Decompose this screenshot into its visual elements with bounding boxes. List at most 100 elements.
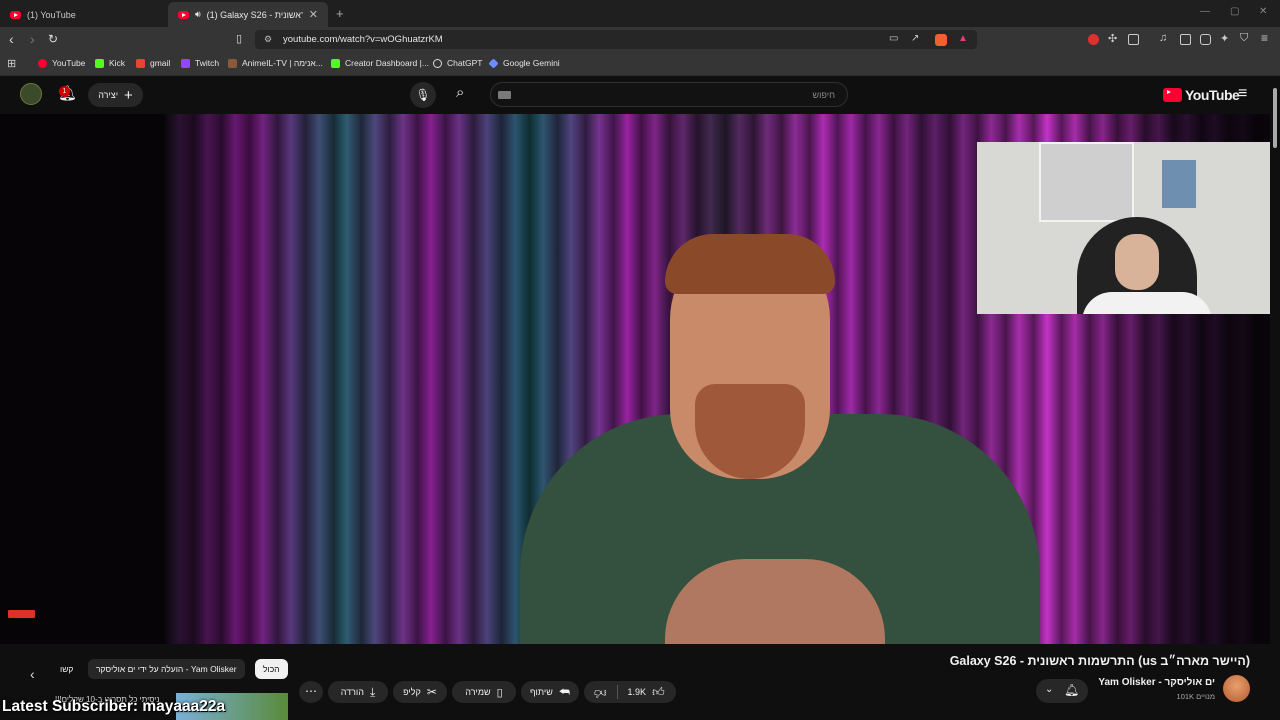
bookmark-gmail[interactable]: gmail	[136, 58, 170, 68]
share-icon: ⮪	[558, 684, 571, 699]
youtube-favicon-icon	[10, 10, 21, 19]
voice-search-icon[interactable]: 🎙︎	[410, 82, 436, 108]
browser-tab-strip: (1) YouTube 🔊︎ (1) Galaxy S26 - מה הייתי…	[0, 0, 1280, 27]
gemini-icon	[488, 57, 499, 69]
notification-count-badge: 1	[59, 86, 70, 97]
apps-grid-icon[interactable]: ⊞	[7, 57, 16, 70]
browser-tab-youtube[interactable]: (1) YouTube	[0, 2, 165, 27]
back-icon[interactable]: ‹	[9, 31, 14, 47]
maximize-icon[interactable]: ▢	[1230, 6, 1239, 17]
video-info: Galaxy S26 - התרשמות ראשונית (us היישר מ…	[0, 644, 1270, 720]
youtube-logo-text: YouTube	[1185, 87, 1240, 103]
guide-menu-icon[interactable]: ≡	[1238, 85, 1247, 103]
minimize-icon[interactable]: —	[1200, 6, 1210, 17]
account-avatar[interactable]	[20, 83, 42, 105]
clip-button[interactable]: קליפ ✂	[393, 681, 447, 703]
channel-name[interactable]: Yam Olisker - ים אוליסקר	[1098, 677, 1215, 688]
video-player[interactable]	[0, 114, 1270, 644]
bookmark-label: Twitch	[195, 58, 220, 68]
clip-label: קליפ	[403, 687, 421, 697]
download-label: הורדה	[340, 687, 364, 697]
bookmark-label: YouTube	[52, 58, 86, 68]
chip-all[interactable]: הכול	[255, 659, 288, 679]
create-button[interactable]: יצירה +	[88, 83, 143, 107]
like-icon[interactable]: 👍︎	[652, 685, 665, 700]
site-info-icon[interactable]: ⚙	[264, 34, 272, 45]
browser-toolbar: ‹ › ↻ ▯ ⚙ youtube.com/watch?v=wOGhuatzrK…	[0, 27, 1280, 52]
more-actions-icon[interactable]: ⋯	[299, 681, 323, 703]
channel-avatar[interactable]	[1223, 675, 1250, 702]
wallet-icon[interactable]	[1200, 34, 1211, 45]
bookmark-icon[interactable]: ▯	[236, 32, 242, 45]
youtube-logo[interactable]: YouTube	[1163, 87, 1240, 103]
bookmark-youtube[interactable]: YouTube	[38, 58, 85, 68]
gmail-icon	[136, 58, 145, 68]
chevron-down-icon: ⌄	[1045, 684, 1054, 695]
url-text: youtube.com/watch?v=wOGhuatzrKM	[283, 34, 443, 45]
youtube-header: 🔔︎ 1 יצירה + 🎙︎ ⌕ חיפוש YouTube ≡	[0, 76, 1270, 114]
scissors-icon: ✂	[426, 685, 437, 699]
subscribe-badge-icon	[8, 610, 35, 618]
bookmark-label: gmail	[150, 58, 171, 68]
video-title: Galaxy S26 - התרשמות ראשונית (us היישר מ…	[949, 654, 1250, 668]
plus-icon: +	[124, 86, 133, 104]
animeil-icon	[228, 58, 237, 68]
like-count: 1.9K	[627, 687, 647, 697]
like-dislike-group: 👍︎ 1.9K 👍︎	[584, 681, 676, 703]
address-bar[interactable]: ⚙ youtube.com/watch?v=wOGhuatzrKM ▭ ↗ ▲	[255, 30, 977, 49]
bookmark-animeil[interactable]: AnimeIL-TV | אנימה...	[228, 58, 323, 68]
download-button[interactable]: הורדה ⤓	[328, 681, 388, 703]
new-tab-icon[interactable]: +	[336, 6, 344, 21]
create-label: יצירה	[98, 90, 119, 100]
rewards-icon[interactable]: ▲	[958, 33, 968, 44]
extension-record-icon[interactable]	[1088, 34, 1099, 45]
save-button[interactable]: שמירה ▯	[452, 681, 516, 703]
sidebar-icon[interactable]	[1180, 34, 1191, 45]
browser-tab-video[interactable]: 🔊︎ (1) Galaxy S26 - מה הייתי מגלה אצלה -…	[168, 2, 328, 27]
dislike-icon[interactable]: 👍︎	[594, 685, 607, 700]
bookmark-label: Creator Dashboard |...	[345, 58, 429, 68]
music-icon[interactable]: ♫	[1159, 32, 1170, 44]
subscription-bell-button[interactable]: ⌄ 🔔︎	[1036, 679, 1088, 703]
bookmark-label: Kick	[109, 58, 126, 68]
reload-icon[interactable]: ↻	[48, 32, 58, 46]
like-divider	[616, 685, 618, 699]
bookmark-label: AnimeIL-TV | אנימה...	[242, 58, 323, 68]
save-bookmark-icon: ▯	[496, 686, 503, 699]
cast-icon[interactable]: ▭	[889, 33, 898, 44]
search-icon[interactable]: ⌕	[456, 84, 464, 101]
vpn-icon[interactable]: ⛉	[1240, 32, 1251, 44]
save-label: שמירה	[465, 687, 491, 697]
close-tab-icon[interactable]: ✕	[309, 8, 318, 21]
search-input[interactable]: חיפוש	[490, 82, 848, 107]
bookmark-twitch[interactable]: Twitch	[181, 58, 219, 68]
share-page-icon[interactable]: ↗	[911, 33, 919, 44]
leo-ai-icon[interactable]: ✦	[1220, 32, 1231, 45]
close-window-icon[interactable]: ✕	[1259, 6, 1267, 17]
page-scrollbar[interactable]	[1270, 76, 1280, 720]
webcam-shirt	[1082, 292, 1212, 314]
subscriber-count: 101K מנויים	[1176, 692, 1215, 701]
webcam-face	[1115, 234, 1159, 290]
bell-icon: 🔔︎	[1064, 683, 1080, 697]
bookmark-gemini[interactable]: Google Gemini	[488, 57, 560, 69]
chips-prev-icon[interactable]: ‹	[30, 666, 35, 682]
speaker-icon: 🔊︎	[195, 9, 201, 19]
bookmark-chatgpt[interactable]: ChatGPT	[433, 58, 482, 68]
bookmark-label: ChatGPT	[447, 58, 483, 68]
bookmark-creator-dashboard[interactable]: Creator Dashboard |...	[331, 58, 429, 68]
forward-icon[interactable]: ›	[30, 31, 35, 47]
scrollbar-thumb[interactable]	[1273, 88, 1277, 148]
chip-related[interactable]: קשו	[52, 659, 81, 679]
share-button[interactable]: שיתוף ⮪	[521, 681, 579, 703]
kick-icon	[331, 58, 340, 68]
bookmark-kick[interactable]: Kick	[95, 58, 125, 68]
chip-uploaded-by[interactable]: הועלה על ידי ים אוליסקר - Yam Olisker	[88, 659, 245, 679]
menu-icon[interactable]: ≡	[1261, 31, 1272, 45]
webcam-poster	[1162, 160, 1196, 208]
screenshot-icon[interactable]	[1128, 34, 1139, 45]
brave-shield-icon[interactable]	[935, 34, 947, 46]
search-placeholder: חיפוש	[812, 90, 835, 100]
extensions-icon[interactable]: ✣	[1108, 32, 1119, 45]
keyboard-icon[interactable]	[498, 91, 511, 99]
